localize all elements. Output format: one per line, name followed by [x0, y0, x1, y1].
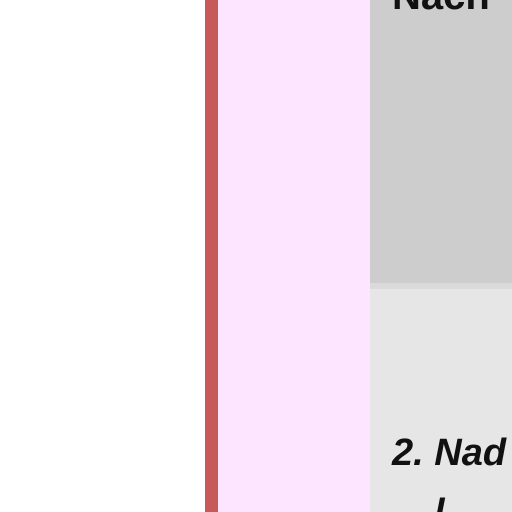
cell-heading-text: Nach	[392, 0, 490, 18]
table-cell-bottom: 2. Nad l	[370, 289, 512, 512]
numbered-item-continuation: l	[434, 491, 445, 512]
accent-bar	[205, 0, 218, 512]
table-cell-top: Nach	[370, 0, 512, 283]
highlight-column	[218, 0, 370, 512]
blank-margin	[0, 0, 205, 512]
numbered-item-text: 2. Nad	[392, 432, 507, 474]
document-page: Nach 2. Nad l	[0, 0, 512, 512]
